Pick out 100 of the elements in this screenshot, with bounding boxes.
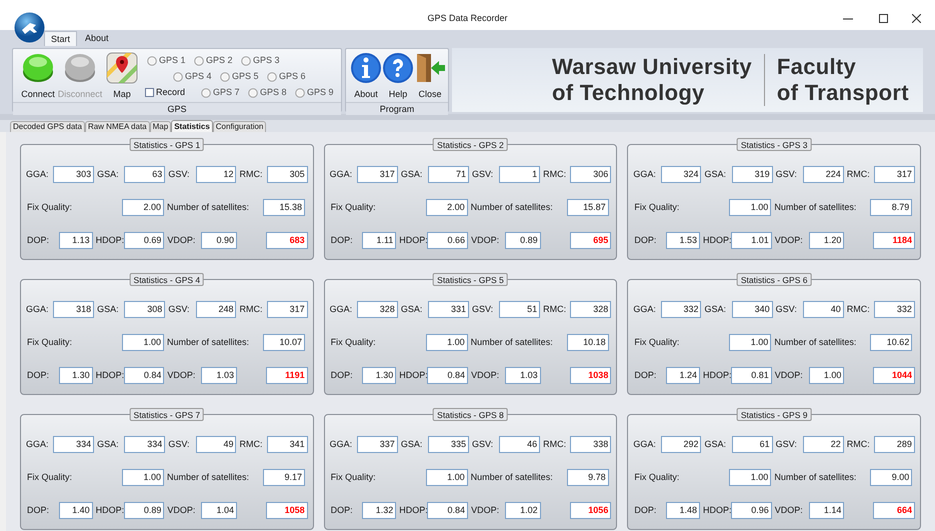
field-label: VDOP: bbox=[471, 234, 500, 247]
radio-icon bbox=[194, 56, 204, 66]
value-field: 1.30 bbox=[58, 367, 93, 384]
value-field: 0.89 bbox=[504, 232, 541, 249]
field-label: VDOP: bbox=[471, 368, 500, 382]
radio-icon bbox=[147, 56, 157, 66]
value-field: 15.87 bbox=[566, 199, 609, 216]
value-field: 292 bbox=[660, 436, 702, 453]
field-label: RMC: bbox=[543, 168, 568, 181]
radio-button[interactable]: GPS 4 bbox=[173, 70, 216, 84]
field-label: GSV: bbox=[168, 438, 190, 451]
ribbon-button[interactable]: Connect bbox=[17, 52, 59, 102]
field-label: Fix Quality: bbox=[26, 470, 74, 484]
tab[interactable]: Configuration bbox=[212, 121, 266, 132]
field-label: GSA: bbox=[97, 438, 120, 451]
field-label: RMC: bbox=[543, 302, 568, 316]
ribbon-button[interactable]: Close bbox=[414, 52, 446, 102]
field-label: Fix Quality: bbox=[633, 200, 680, 214]
value-field: 1038 bbox=[570, 367, 612, 384]
window-title: GPS Data Recorder bbox=[427, 12, 508, 26]
radio-button[interactable]: GPS 7 bbox=[201, 86, 244, 100]
minimize-icon[interactable] bbox=[843, 16, 853, 22]
radio-button[interactable]: GPS 6 bbox=[267, 70, 310, 84]
field-label: HDOP: bbox=[96, 234, 121, 247]
value-field: 1.00 bbox=[729, 469, 772, 486]
logo-text: of Technology bbox=[552, 80, 706, 106]
ribbon-tab[interactable]: About bbox=[79, 31, 115, 46]
field-label: GSV: bbox=[472, 168, 494, 181]
radio-button[interactable]: GPS 1 bbox=[147, 54, 190, 68]
value-field: 10.62 bbox=[870, 334, 912, 351]
value-field: 10.07 bbox=[263, 334, 305, 351]
field-label: GGA: bbox=[633, 438, 657, 451]
field-label: GGA: bbox=[633, 302, 657, 316]
field-label: GGA: bbox=[330, 302, 354, 316]
field-label: GSV: bbox=[168, 302, 190, 316]
field-label: GGA: bbox=[330, 168, 354, 181]
value-field: 317 bbox=[874, 166, 915, 183]
radio-button[interactable]: GPS 3 bbox=[241, 54, 284, 68]
logo-text: Faculty bbox=[776, 54, 858, 80]
value-field: 318 bbox=[53, 301, 94, 318]
value-field: 328 bbox=[356, 301, 398, 318]
panel-title: Statistics - GPS 6 bbox=[736, 273, 812, 286]
ribbon-button[interactable]: About bbox=[350, 52, 382, 102]
ribbon-button[interactable]: Help bbox=[382, 52, 414, 102]
value-field: 328 bbox=[570, 301, 612, 318]
field-label: RMC: bbox=[239, 168, 264, 181]
field-label: RMC: bbox=[846, 168, 871, 181]
field-label: GSV: bbox=[472, 302, 494, 316]
logo-text: Warsaw University bbox=[552, 54, 752, 80]
panel-title: Statistics - GPS 7 bbox=[130, 408, 204, 421]
radio-button[interactable]: GPS 9 bbox=[295, 86, 338, 100]
value-field: 319 bbox=[732, 166, 773, 183]
logo-text: of Transport bbox=[776, 80, 909, 106]
radio-icon bbox=[173, 72, 183, 82]
field-label: RMC: bbox=[846, 438, 871, 451]
field-label: GSV: bbox=[776, 438, 798, 451]
close-icon[interactable] bbox=[912, 14, 921, 23]
field-label: Number of satellites: bbox=[470, 470, 554, 484]
field-label: GSA: bbox=[704, 168, 727, 181]
value-field: 61 bbox=[732, 436, 773, 453]
field-label: Number of satellites: bbox=[167, 336, 250, 349]
radio-icon bbox=[241, 56, 251, 66]
field-label: HDOP: bbox=[399, 368, 424, 382]
value-field: 51 bbox=[499, 301, 540, 318]
value-field: 9.78 bbox=[566, 469, 609, 486]
value-field: 0.81 bbox=[730, 367, 772, 384]
radio-button[interactable]: GPS 8 bbox=[248, 86, 291, 100]
tab[interactable]: Raw NMEA data bbox=[84, 121, 150, 132]
field-label: Fix Quality: bbox=[633, 336, 680, 349]
field-label: GSA: bbox=[97, 168, 120, 181]
value-field: 2.00 bbox=[426, 199, 468, 216]
panel-title: Statistics - GPS 9 bbox=[736, 408, 812, 421]
tab[interactable]: Decoded GPS data bbox=[10, 121, 85, 132]
tab[interactable]: Map bbox=[150, 121, 172, 132]
field-label: Fix Quality: bbox=[633, 470, 680, 484]
field-label: Number of satellites: bbox=[774, 200, 858, 214]
value-field: 0.84 bbox=[427, 367, 468, 384]
field-label: VDOP: bbox=[774, 504, 804, 517]
value-field: 1.01 bbox=[730, 232, 772, 249]
record-checkbox[interactable]: Record bbox=[145, 86, 197, 100]
field-label: VDOP: bbox=[167, 368, 196, 382]
checkbox-icon bbox=[145, 88, 154, 97]
value-field: 1.32 bbox=[362, 502, 396, 519]
value-field: 317 bbox=[356, 166, 398, 183]
radio-button[interactable]: GPS 5 bbox=[220, 70, 263, 84]
group-caption: GPS bbox=[13, 102, 341, 114]
field-label: VDOP: bbox=[167, 504, 196, 517]
ribbon-tab[interactable]: Start bbox=[44, 31, 78, 46]
ribbon-button[interactable]: Map bbox=[101, 52, 143, 102]
tab[interactable]: Statistics bbox=[171, 120, 213, 132]
value-field: 1.00 bbox=[426, 469, 468, 486]
value-field: 1.00 bbox=[808, 367, 844, 384]
radio-button[interactable]: GPS 2 bbox=[194, 54, 237, 68]
value-field: 12 bbox=[196, 166, 236, 183]
value-field: 1.53 bbox=[666, 232, 700, 249]
field-label: HDOP: bbox=[96, 368, 121, 382]
maximize-icon[interactable] bbox=[879, 14, 888, 23]
field-label: DOP: bbox=[26, 504, 50, 517]
field-label: DOP: bbox=[26, 234, 50, 247]
value-field: 1184 bbox=[873, 232, 915, 249]
